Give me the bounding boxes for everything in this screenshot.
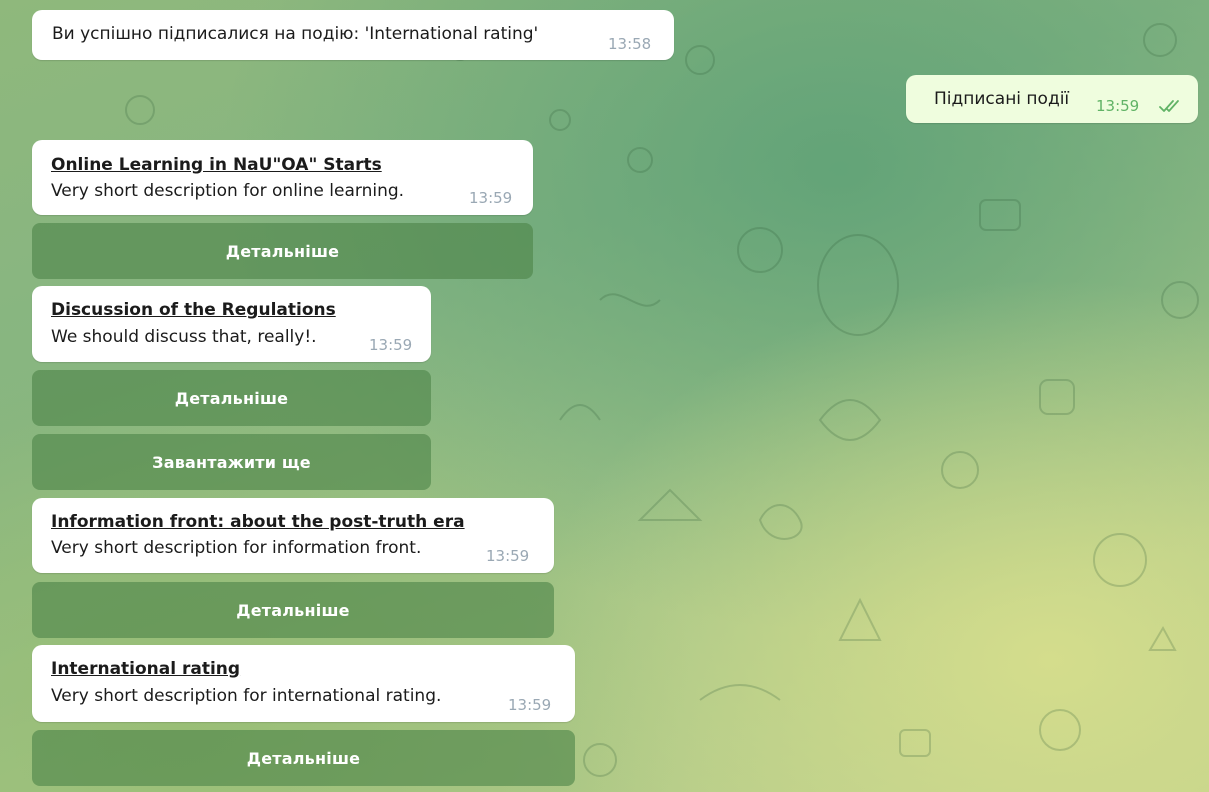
- load-more-button[interactable]: Завантажити ще: [32, 434, 431, 490]
- subscribed-message: Ви успішно підписалися на подію: 'Intern…: [32, 10, 674, 60]
- event-description: Very short description for online learni…: [51, 181, 405, 201]
- details-button[interactable]: Детальніше: [32, 730, 575, 786]
- details-button[interactable]: Детальніше: [32, 370, 431, 426]
- event-message: International rating Very short descript…: [32, 645, 575, 722]
- event-message: Information front: about the post-truth …: [32, 498, 554, 573]
- user-command-message: Підписані події 13:59: [906, 75, 1198, 123]
- event-title[interactable]: Online Learning in NaU"OA" Starts: [51, 155, 382, 175]
- details-button[interactable]: Детальніше: [32, 223, 533, 279]
- message-time: 13:59: [469, 189, 513, 207]
- event-message: Online Learning in NaU"OA" Starts Very s…: [32, 140, 533, 215]
- event-message: Discussion of the Regulations We should …: [32, 286, 431, 362]
- double-check-icon: [1159, 100, 1179, 112]
- event-description: We should discuss that, really!.: [51, 327, 317, 347]
- event-title[interactable]: Discussion of the Regulations: [51, 300, 336, 320]
- message-time: 13:59: [486, 547, 530, 565]
- message-time: 13:58: [608, 35, 652, 53]
- message-time: 13:59: [369, 336, 413, 354]
- subscribed-text: Ви успішно підписалися на подію: 'Intern…: [52, 24, 539, 44]
- event-title[interactable]: International rating: [51, 659, 240, 679]
- details-button[interactable]: Детальніше: [32, 582, 554, 638]
- user-command-text: Підписані події: [934, 89, 1070, 109]
- event-description: Very short description for international…: [51, 686, 442, 706]
- event-description: Very short description for information f…: [51, 538, 422, 558]
- message-time: 13:59: [508, 696, 552, 714]
- event-title[interactable]: Information front: about the post-truth …: [51, 512, 465, 532]
- message-time: 13:59: [1096, 97, 1140, 115]
